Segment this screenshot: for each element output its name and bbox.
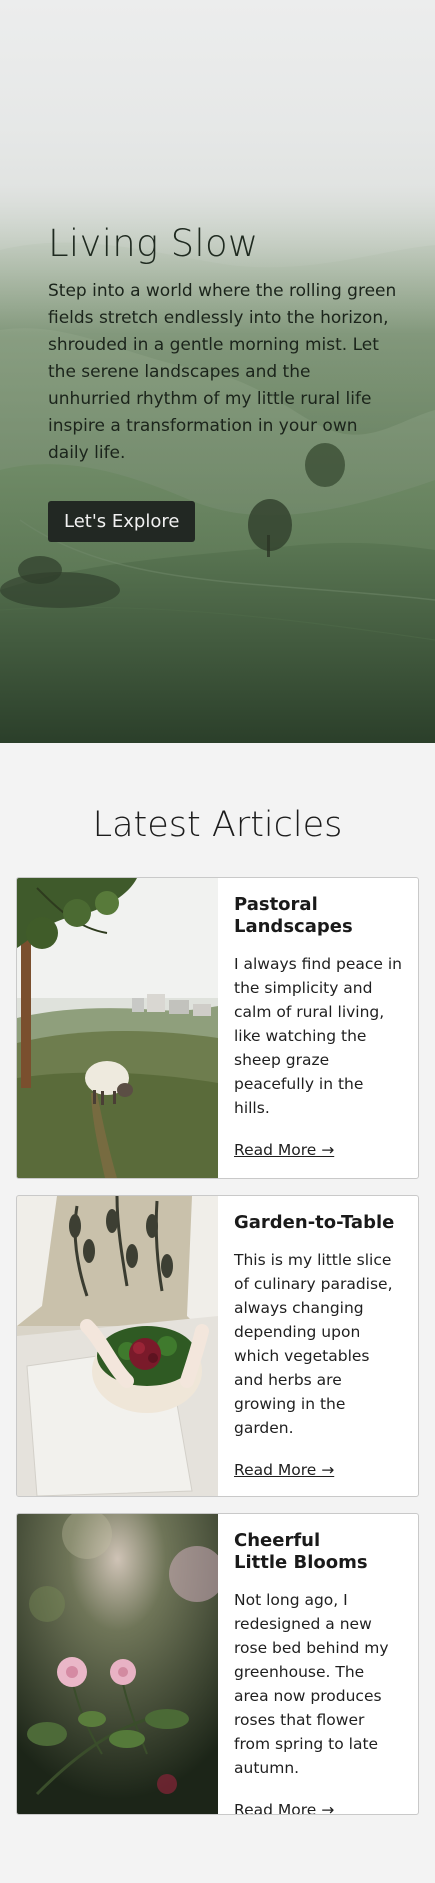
hero-section: Living Slow Step into a world where the …	[0, 0, 435, 743]
card-excerpt: This is my little slice of culinary para…	[234, 1251, 393, 1437]
explore-button[interactable]: Let's Explore	[48, 501, 196, 542]
section-title: Latest Articles	[92, 805, 343, 845]
article-card-pastoral-landscapes: Pastoral Landscapes I always find peace …	[16, 877, 419, 1179]
hero-description: Step into a world where the rolling gree…	[48, 281, 397, 463]
card-body: Cheerful Little Blooms Not long ago, I r…	[218, 1514, 418, 1814]
card-title: Pastoral Landscapes	[234, 894, 353, 937]
read-more-link[interactable]: Read More →	[234, 1141, 334, 1159]
read-more-link[interactable]: Read More →	[234, 1461, 334, 1479]
card-body: Garden-to-Table This is my little slice …	[218, 1196, 418, 1496]
read-more-link[interactable]: Read More →	[234, 1801, 334, 1814]
article-card-garden-to-table: Garden-to-Table This is my little slice …	[16, 1195, 419, 1497]
card-body: Pastoral Landscapes I always find peace …	[218, 878, 418, 1178]
card-excerpt: Not long ago, I redesigned a new rose be…	[234, 1591, 389, 1777]
hero-title: Living Slow	[48, 222, 259, 265]
card-title: Garden-to-Table	[234, 1212, 395, 1233]
pink-roses-image[interactable]	[17, 1514, 218, 1814]
salad-bowl-image[interactable]	[17, 1196, 218, 1496]
article-card-cheerful-little-blooms: Cheerful Little Blooms Not long ago, I r…	[16, 1513, 419, 1815]
card-excerpt: I always find peace in the simplicity an…	[234, 955, 402, 1117]
latest-articles-section: Latest Articles Pastoral Landscapes I al…	[0, 743, 435, 1815]
sheep-grazing-image[interactable]	[17, 878, 218, 1178]
hero-content: Living Slow Step into a world where the …	[48, 222, 398, 542]
card-title: Cheerful Little Blooms	[234, 1530, 368, 1573]
